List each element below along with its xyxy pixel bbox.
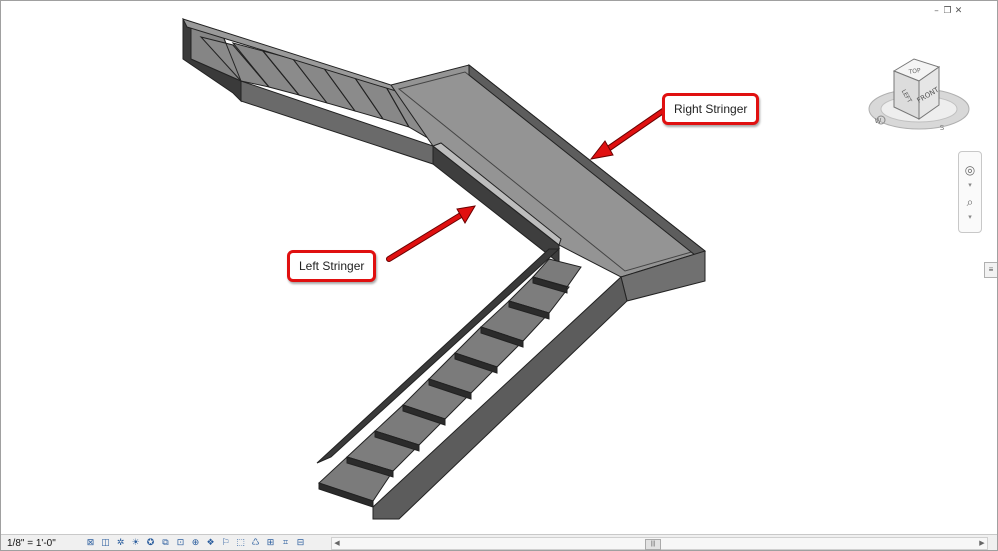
vertical-scroll-thumb[interactable]: ≡ bbox=[984, 262, 997, 278]
detail-level-icon[interactable]: ⊠ bbox=[85, 538, 96, 549]
left-stringer-arrow bbox=[386, 205, 476, 262]
rendering-icon[interactable]: ✪ bbox=[145, 538, 156, 549]
crop-view-icon[interactable]: ⧉ bbox=[160, 538, 171, 549]
revit-3d-viewport[interactable]: – ❐ ✕ TOP FRONT LEFT W S Right Stringer … bbox=[0, 0, 998, 551]
temporary-hide-icon[interactable]: ❖ bbox=[205, 538, 216, 549]
chevron-down-icon[interactable]: ▾ bbox=[965, 182, 975, 190]
viewcube-compass-s: S bbox=[940, 124, 945, 132]
reveal-constraints-icon[interactable]: ⊟ bbox=[295, 538, 306, 549]
chevron-down-icon[interactable]: ▾ bbox=[965, 214, 975, 222]
horizontal-scrollbar[interactable]: ◀ ||| ▶ bbox=[331, 537, 988, 550]
highlight-displacement-icon[interactable]: ⌗ bbox=[280, 538, 291, 549]
viewcube[interactable]: TOP FRONT LEFT W S bbox=[868, 58, 970, 132]
temporary-view-properties-icon[interactable]: ⬚ bbox=[235, 538, 246, 549]
zoom-icon[interactable]: ⌕ bbox=[962, 194, 978, 210]
right-stringer-arrow bbox=[589, 108, 666, 160]
view-control-icons: ⊠ ◫ ✲ ☀ ✪ ⧉ ⊡ ⊕ ❖ ⚐ ⬚ ♺ ⊞ ⌗ ⊟ bbox=[85, 538, 306, 549]
horizontal-scroll-thumb[interactable]: ||| bbox=[645, 539, 661, 550]
visual-style-icon[interactable]: ◫ bbox=[100, 538, 111, 549]
scroll-left-icon[interactable]: ◀ bbox=[332, 538, 342, 549]
view-scale[interactable]: 1/8" = 1'-0" bbox=[1, 538, 85, 549]
right-stringer-callout: Right Stringer bbox=[662, 93, 760, 125]
scroll-right-icon[interactable]: ▶ bbox=[977, 538, 987, 549]
view-control-bar: 1/8" = 1'-0" ⊠ ◫ ✲ ☀ ✪ ⧉ ⊡ ⊕ ❖ ⚐ ⬚ ♺ ⊞ ⌗… bbox=[1, 534, 997, 550]
shadows-icon[interactable]: ☀ bbox=[130, 538, 141, 549]
worksharing-icon[interactable]: ♺ bbox=[250, 538, 261, 549]
analytical-model-icon[interactable]: ⊞ bbox=[265, 538, 276, 549]
navigation-bar: ◎ ▾ ⌕ ▾ bbox=[958, 151, 982, 233]
unlock-3d-icon[interactable]: ⊕ bbox=[190, 538, 201, 549]
show-crop-icon[interactable]: ⊡ bbox=[175, 538, 186, 549]
stair-model-view: TOP FRONT LEFT W S bbox=[182, 18, 970, 520]
left-stringer-callout: Left Stringer bbox=[287, 250, 377, 282]
sun-path-icon[interactable]: ✲ bbox=[115, 538, 126, 549]
reveal-hidden-icon[interactable]: ⚐ bbox=[220, 538, 231, 549]
steering-wheel-icon[interactable]: ◎ bbox=[962, 162, 978, 178]
